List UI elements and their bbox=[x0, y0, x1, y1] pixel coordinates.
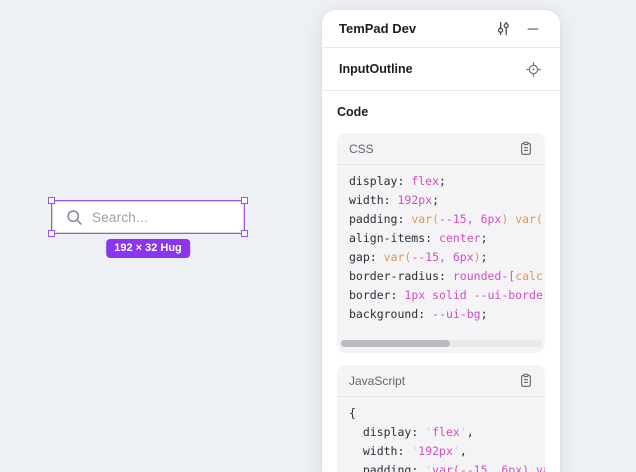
code-line: gap: var(--15, 6px); bbox=[349, 248, 545, 267]
js-language-label: JavaScript bbox=[349, 374, 405, 388]
code-line: { bbox=[349, 404, 545, 423]
selection-handle-sw[interactable] bbox=[48, 230, 55, 237]
search-placeholder: Search... bbox=[92, 210, 148, 225]
search-icon bbox=[66, 209, 83, 226]
locate-icon[interactable] bbox=[523, 59, 543, 79]
css-code-card: CSS display: flex;width: 192px;padding: … bbox=[337, 133, 545, 353]
horizontal-scrollbar[interactable] bbox=[340, 340, 542, 347]
selection-handle-ne[interactable] bbox=[241, 197, 248, 204]
code-section-title: Code bbox=[337, 105, 545, 119]
code-line: border: 1px solid --ui-border- bbox=[349, 286, 545, 305]
code-line: padding: var(--15, 6px) var(-- bbox=[349, 210, 545, 229]
input-outline-element[interactable]: Search... bbox=[52, 201, 244, 233]
clipboard-icon[interactable] bbox=[516, 371, 536, 391]
code-line: background: --ui-bg; bbox=[349, 305, 545, 324]
js-code: { display: 'flex', width: '192px', paddi… bbox=[337, 397, 545, 472]
search-input-component[interactable]: Search... 192 × 32 Hug bbox=[52, 201, 244, 233]
code-line: padding: 'var(--15, 6px) var bbox=[349, 461, 545, 472]
minimize-icon[interactable] bbox=[523, 19, 543, 39]
panel-title: TemPad Dev bbox=[339, 21, 416, 36]
panel-body: Code CSS display: flex;width: 192px;padd… bbox=[322, 91, 560, 472]
code-line: align-items: center; bbox=[349, 229, 545, 248]
tempad-dev-panel: TemPad Dev InputOutline bbox=[322, 10, 560, 472]
clipboard-icon[interactable] bbox=[516, 139, 536, 159]
code-line: width: '192px', bbox=[349, 442, 545, 461]
size-badge: 192 × 32 Hug bbox=[106, 239, 190, 258]
selection-handle-nw[interactable] bbox=[48, 197, 55, 204]
panel-header: TemPad Dev bbox=[322, 10, 560, 48]
code-line: display: flex; bbox=[349, 172, 545, 191]
selection-handle-se[interactable] bbox=[241, 230, 248, 237]
css-language-label: CSS bbox=[349, 142, 374, 156]
css-code: display: flex;width: 192px;padding: var(… bbox=[337, 165, 545, 336]
js-card-header: JavaScript bbox=[337, 365, 545, 397]
selected-node-row: InputOutline bbox=[322, 48, 560, 91]
code-line: width: 192px; bbox=[349, 191, 545, 210]
code-line: display: 'flex', bbox=[349, 423, 545, 442]
css-card-header: CSS bbox=[337, 133, 545, 165]
sliders-icon[interactable] bbox=[493, 19, 513, 39]
scrollbar-thumb[interactable] bbox=[341, 340, 450, 347]
selected-node-name: InputOutline bbox=[339, 62, 413, 76]
code-line: border-radius: rounded-[calc(v bbox=[349, 267, 545, 286]
js-code-card: JavaScript { display: 'flex', width: '19… bbox=[337, 365, 545, 472]
